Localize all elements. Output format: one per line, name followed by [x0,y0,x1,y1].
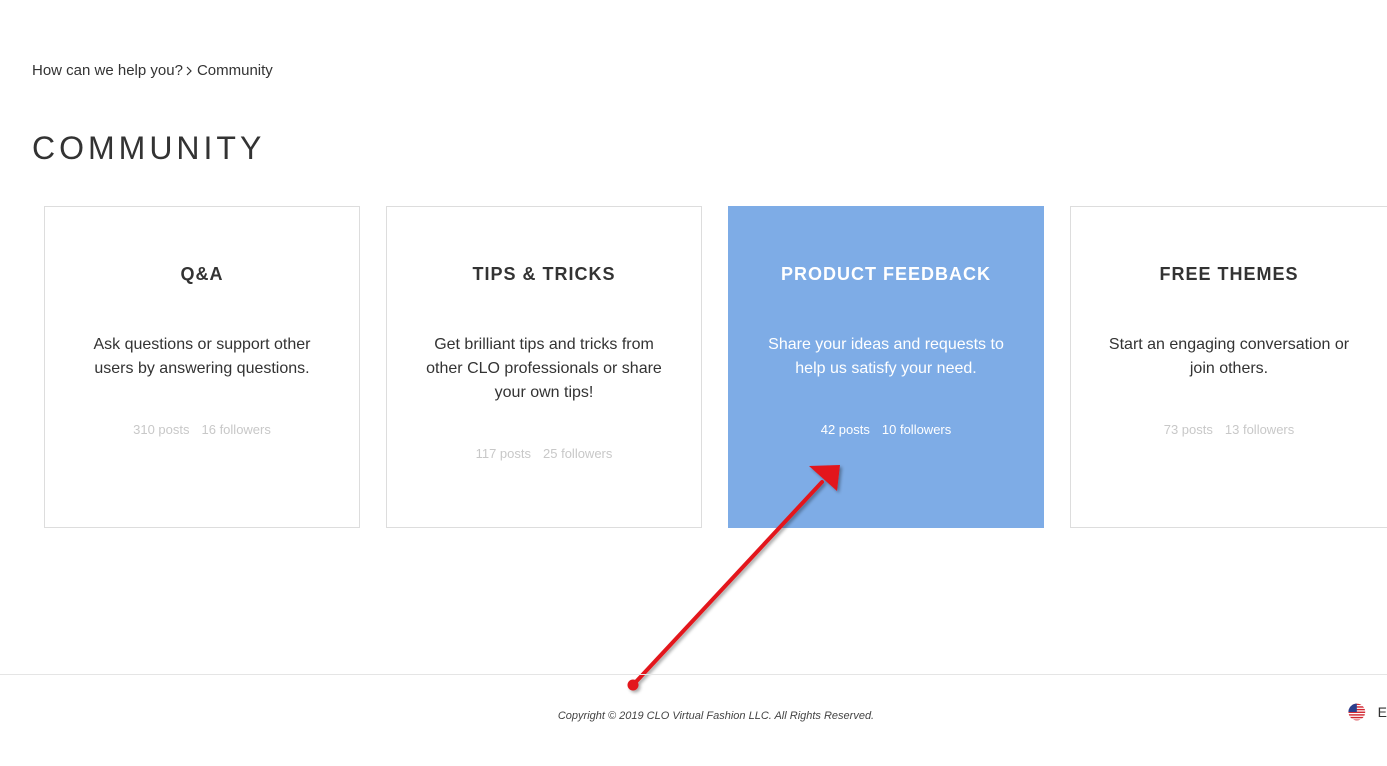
card-stats: 42 posts 10 followers [729,422,1043,437]
card-title: TIPS & TRICKS [472,264,616,284]
card-title: FREE THEMES [1159,264,1299,284]
card-description: Get brilliant tips and tricks from other… [426,336,662,401]
community-card-free-themes[interactable]: FREE THEMES Start an engaging conversati… [1070,206,1387,528]
breadcrumb: How can we help you? Community [32,62,273,79]
language-label: E [1377,704,1387,720]
us-flag-icon [1348,703,1366,721]
card-title: Q&A [180,264,224,284]
card-stats: 73 posts 13 followers [1071,422,1387,437]
page-title: COMMUNITY [32,130,266,166]
card-posts-count: 42 posts [820,422,870,437]
card-posts-count: 310 posts [133,422,190,437]
breadcrumb-current: Community [196,62,273,79]
copyright-text: Copyright © 2019 CLO Virtual Fashion LLC… [557,710,875,722]
card-description: Start an engaging conversation or join o… [1108,336,1350,377]
community-card-product-feedback[interactable]: PRODUCT FEEDBACK Share your ideas and re… [728,206,1044,528]
card-description: Share your ideas and requests to help us… [768,336,1004,377]
card-title: PRODUCT FEEDBACK [780,264,991,284]
chevron-right-icon [186,66,192,75]
card-followers-count: 25 followers [543,446,613,461]
footer-divider [0,674,1387,675]
card-followers-count: 13 followers [1224,422,1295,437]
language-selector[interactable]: E [1348,702,1387,722]
card-stats: 310 posts 16 followers [45,422,359,437]
community-card-qa[interactable]: Q&A Ask questions or support other users… [44,206,360,528]
card-posts-count: 73 posts [1163,422,1213,437]
community-card-tips-tricks[interactable]: TIPS & TRICKS Get brilliant tips and tri… [386,206,702,528]
breadcrumb-home-link[interactable]: How can we help you? [32,62,183,79]
card-followers-count: 10 followers [881,422,952,437]
card-stats: 117 posts 25 followers [387,446,701,461]
card-posts-count: 117 posts [475,446,532,461]
card-description: Ask questions or support other users by … [93,336,311,377]
card-followers-count: 16 followers [201,422,271,437]
